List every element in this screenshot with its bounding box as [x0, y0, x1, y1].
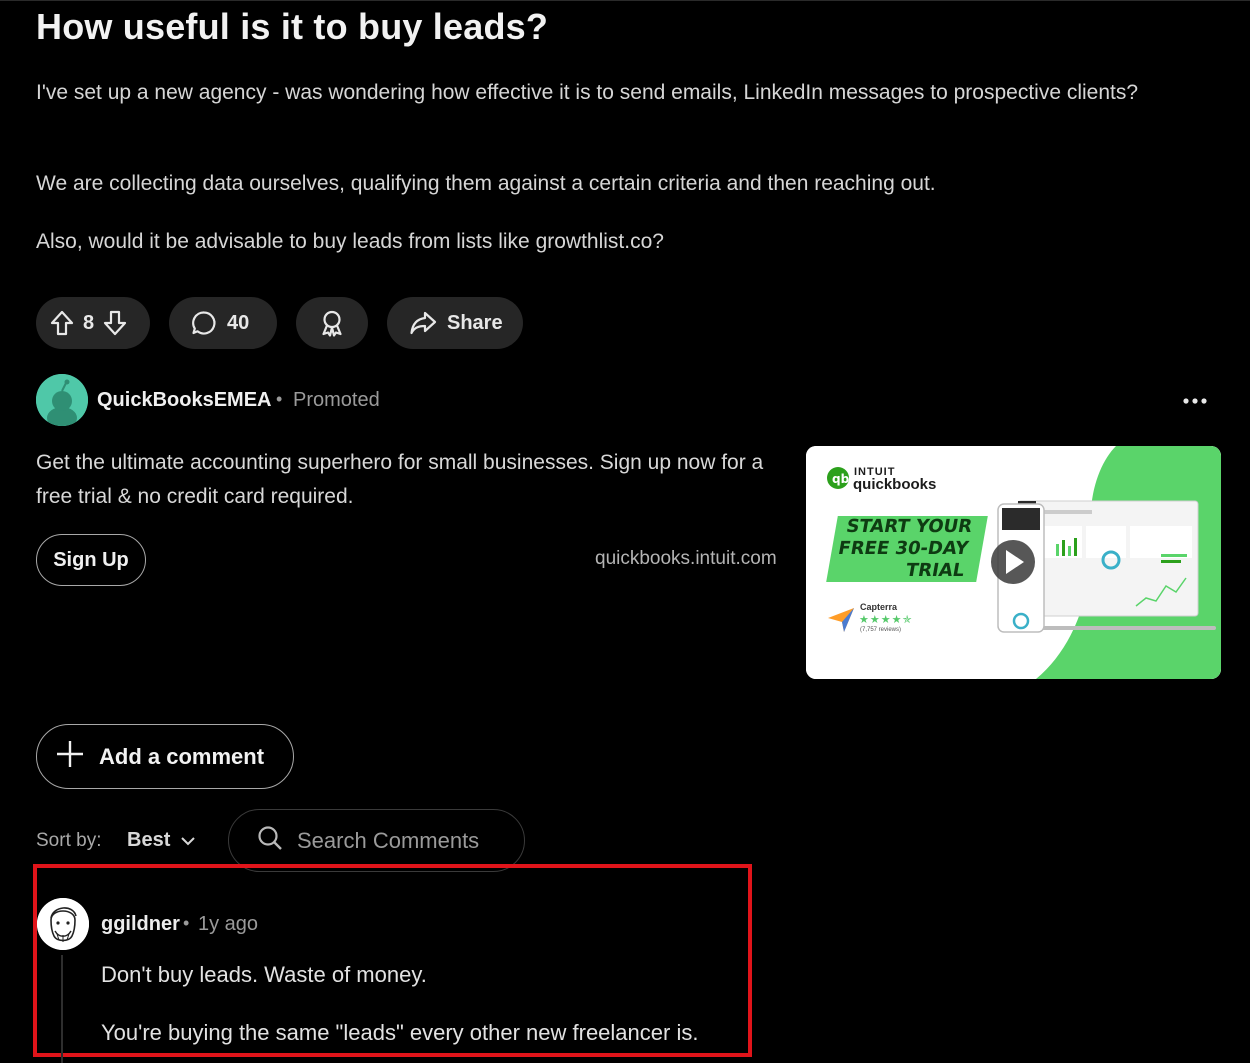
ad-text: Get the ultimate accounting superhero fo… — [36, 451, 764, 508]
quickbooks-wordmark: quickbooks — [853, 476, 937, 493]
thread-line[interactable] — [61, 955, 63, 1063]
post-title: How useful is it to buy leads? — [36, 6, 549, 47]
separator-dot: • — [276, 389, 283, 409]
trial-banner-line: FREE 30-DAY — [836, 538, 970, 559]
sort-label: Sort by: — [36, 830, 102, 851]
search-icon — [257, 825, 283, 856]
post-paragraph: We are collecting data ourselves, qualif… — [36, 172, 936, 195]
capterra-label: Capterra — [860, 602, 898, 612]
rating-review-count: (7,757 reviews) — [860, 627, 902, 633]
search-comments-input[interactable] — [295, 826, 509, 855]
add-comment-button[interactable]: Add a comment — [36, 724, 294, 789]
comment-text-line: You're buying the same "leads" every oth… — [101, 1020, 699, 1045]
comment-count: 40 — [227, 311, 250, 334]
vote-count: 8 — [83, 311, 95, 334]
sign-up-button[interactable]: Sign Up — [36, 534, 146, 586]
share-button[interactable]: Share — [387, 297, 523, 349]
award-icon — [319, 309, 345, 337]
comment-timestamp: 1y ago — [198, 913, 259, 935]
ellipsis-icon — [1183, 391, 1207, 409]
ad-video-thumbnail[interactable]: qb INTUIT quickbooks START YOUR FREE 30-… — [806, 446, 1221, 679]
comment-bubble-icon — [191, 310, 217, 336]
svg-text:qb: qb — [832, 472, 850, 486]
comment-text-line: Don't buy leads. Waste of money. — [101, 962, 427, 987]
comments-button[interactable]: 40 — [169, 297, 277, 349]
sort-value: Best — [127, 829, 171, 851]
more-options-button[interactable] — [1176, 386, 1214, 414]
top-divider — [0, 0, 1250, 1]
comment-author[interactable]: ggildner — [101, 913, 180, 936]
trial-banner-line: START YOUR — [844, 516, 974, 537]
downvote-icon[interactable] — [102, 309, 128, 337]
post-paragraph: Also, would it be advisable to buy leads… — [36, 230, 664, 253]
sort-dropdown[interactable]: Best — [127, 829, 196, 852]
commenter-avatar[interactable] — [37, 898, 89, 950]
rating-stars: ★★★★✯ — [859, 614, 913, 626]
trial-banner: START YOUR FREE 30-DAY TRIAL — [826, 516, 988, 582]
chevron-down-icon — [180, 829, 196, 852]
vote-control: 8 — [36, 297, 150, 349]
trial-banner-line: TRIAL — [904, 560, 967, 581]
ad-domain-link[interactable]: quickbooks.intuit.com — [595, 548, 777, 570]
share-icon — [409, 310, 437, 336]
plus-icon — [55, 739, 85, 775]
advertiser-name[interactable]: QuickBooksEMEA — [97, 389, 271, 412]
search-comments-box[interactable] — [228, 809, 525, 872]
award-button[interactable] — [296, 297, 368, 349]
advertiser-avatar[interactable] — [36, 374, 88, 426]
upvote-icon[interactable] — [49, 309, 75, 337]
promoted-label: Promoted — [293, 389, 380, 411]
separator-dot: • — [183, 913, 190, 933]
share-label: Share — [447, 311, 503, 334]
add-comment-label: Add a comment — [99, 743, 265, 769]
post-paragraph: I've set up a new agency - was wondering… — [36, 81, 1139, 104]
